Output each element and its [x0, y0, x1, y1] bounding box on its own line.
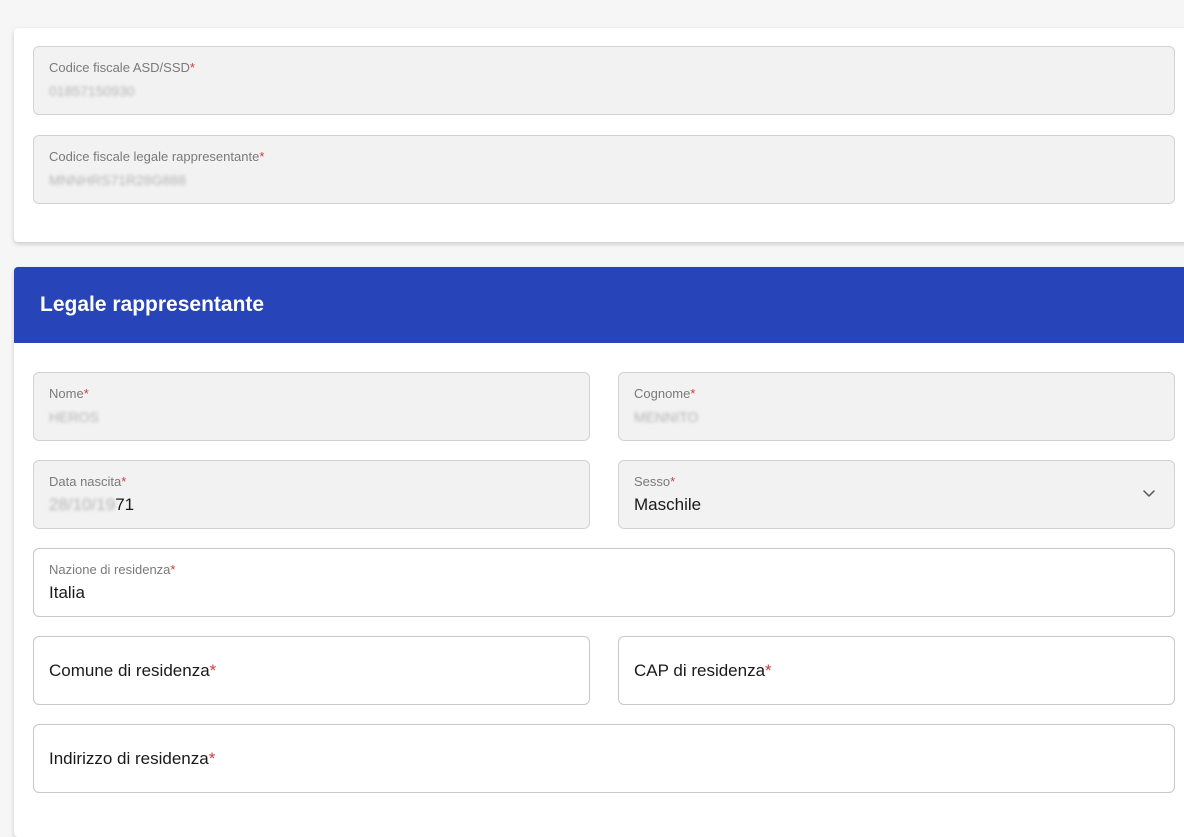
- data-nascita-label: Data nascita*: [49, 474, 127, 489]
- cf-legale-field[interactable]: Codice fiscale legale rappresentante* MN…: [33, 135, 1175, 204]
- nome-value: HEROS: [49, 409, 99, 425]
- cognome-value: MENNITO: [634, 409, 699, 425]
- nome-field[interactable]: Nome* HEROS: [33, 372, 590, 441]
- cap-placeholder: CAP di residenza *: [634, 660, 772, 680]
- section-title: Legale rappresentante: [14, 267, 1184, 343]
- comune-input[interactable]: Comune di residenza *: [33, 636, 590, 705]
- cf-asd-field[interactable]: Codice fiscale ASD/SSD* 01857150930: [33, 46, 1175, 115]
- data-nascita-value: 28/10/1971: [49, 495, 135, 514]
- cognome-field[interactable]: Cognome* MENNITO: [618, 372, 1175, 441]
- cognome-label: Cognome*: [634, 386, 696, 401]
- chevron-down-icon[interactable]: [1142, 486, 1156, 500]
- cf-legale-value: MNNHRS71R28G888: [49, 172, 186, 188]
- nazione-label: Nazione di residenza*: [49, 562, 176, 577]
- sesso-value: Maschile: [634, 495, 702, 514]
- nome-label: Nome*: [49, 386, 89, 401]
- cf-asd-value: 01857150930: [49, 83, 135, 99]
- indirizzo-input[interactable]: Indirizzo di residenza *: [33, 724, 1175, 793]
- comune-placeholder: Comune di residenza *: [49, 660, 217, 680]
- cf-asd-label: Codice fiscale ASD/SSD*: [49, 60, 195, 75]
- nazione-field[interactable]: Nazione di residenza* Italia: [33, 548, 1175, 617]
- legal-representative-card: Legale rappresentante Nome* HEROS Cognom…: [14, 267, 1184, 837]
- sesso-select[interactable]: Sesso* Maschile: [618, 460, 1175, 529]
- sesso-label: Sesso*: [634, 474, 676, 489]
- indirizzo-placeholder: Indirizzo di residenza *: [49, 748, 216, 768]
- cap-input[interactable]: CAP di residenza *: [618, 636, 1175, 705]
- fiscal-codes-card: Codice fiscale ASD/SSD* 01857150930 Codi…: [14, 28, 1184, 242]
- nazione-value: Italia: [49, 583, 85, 602]
- cf-legale-label: Codice fiscale legale rappresentante*: [49, 149, 265, 164]
- data-nascita-field[interactable]: Data nascita* 28/10/1971: [33, 460, 590, 529]
